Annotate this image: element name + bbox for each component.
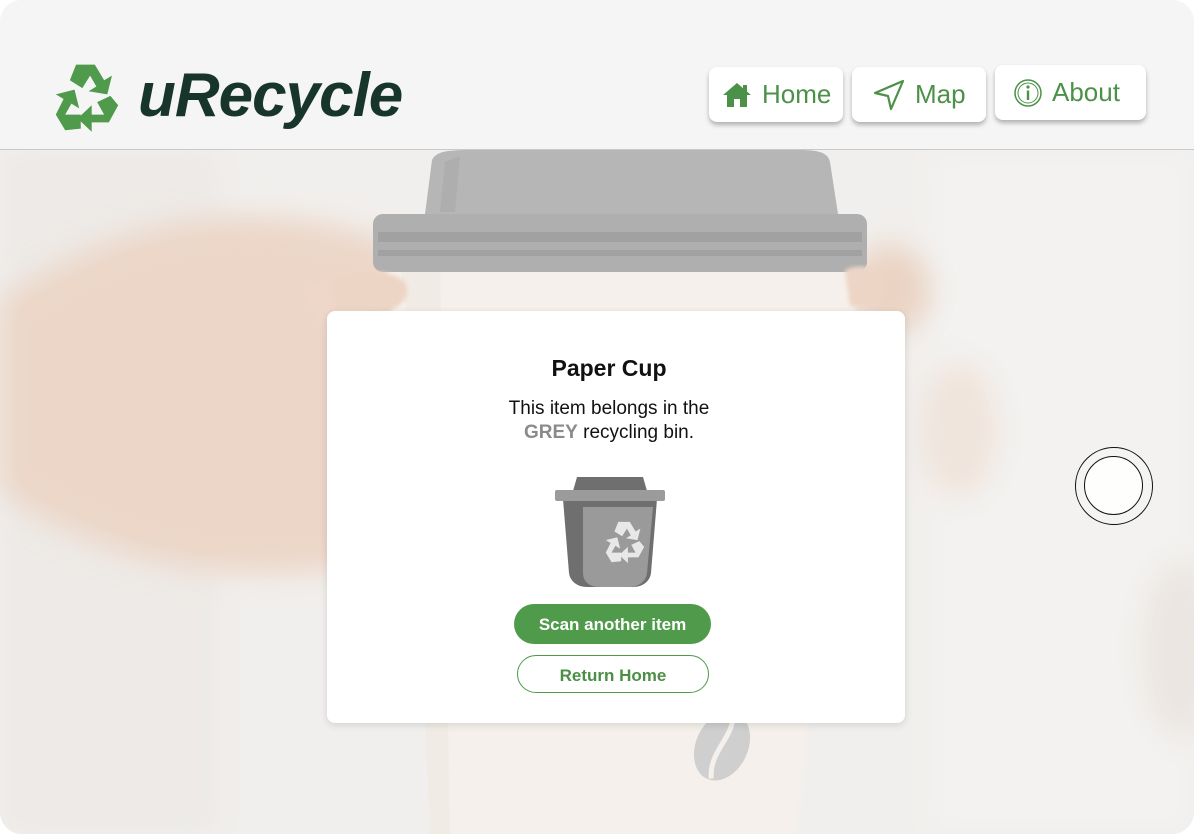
info-icon xyxy=(1014,78,1042,107)
about-button[interactable]: About xyxy=(995,65,1146,120)
camera-shutter-button[interactable] xyxy=(1075,447,1153,525)
message-prefix: This item belongs in the xyxy=(508,398,710,419)
navigation-arrow-icon xyxy=(873,79,905,110)
scan-result-card: Paper Cup This item belongs in the GREY … xyxy=(327,311,905,723)
app-title: uRecycle xyxy=(138,61,403,130)
scan-another-button[interactable]: Scan another item xyxy=(514,604,711,644)
house-icon xyxy=(723,82,751,107)
disposal-message: This item belongs in the GREY recycling … xyxy=(327,397,891,445)
map-button[interactable]: Map xyxy=(852,67,986,122)
item-name: Paper Cup xyxy=(551,355,667,381)
bin-color-name: GREY xyxy=(523,422,578,443)
app-window: uRecycle Home Map About Paper Cup This i… xyxy=(0,0,1194,834)
recycle-icon xyxy=(55,64,119,132)
home-button-label: Home xyxy=(762,79,832,109)
top-bar: uRecycle Home Map About xyxy=(0,0,1194,150)
grey-recycling-bin-icon xyxy=(555,477,665,587)
shutter-inner-ring xyxy=(1084,456,1143,515)
return-home-button[interactable]: Return Home xyxy=(517,655,709,693)
home-button[interactable]: Home xyxy=(709,67,843,122)
message-suffix: recycling bin. xyxy=(583,422,695,443)
map-button-label: Map xyxy=(915,79,966,109)
about-button-label: About xyxy=(1052,77,1120,107)
